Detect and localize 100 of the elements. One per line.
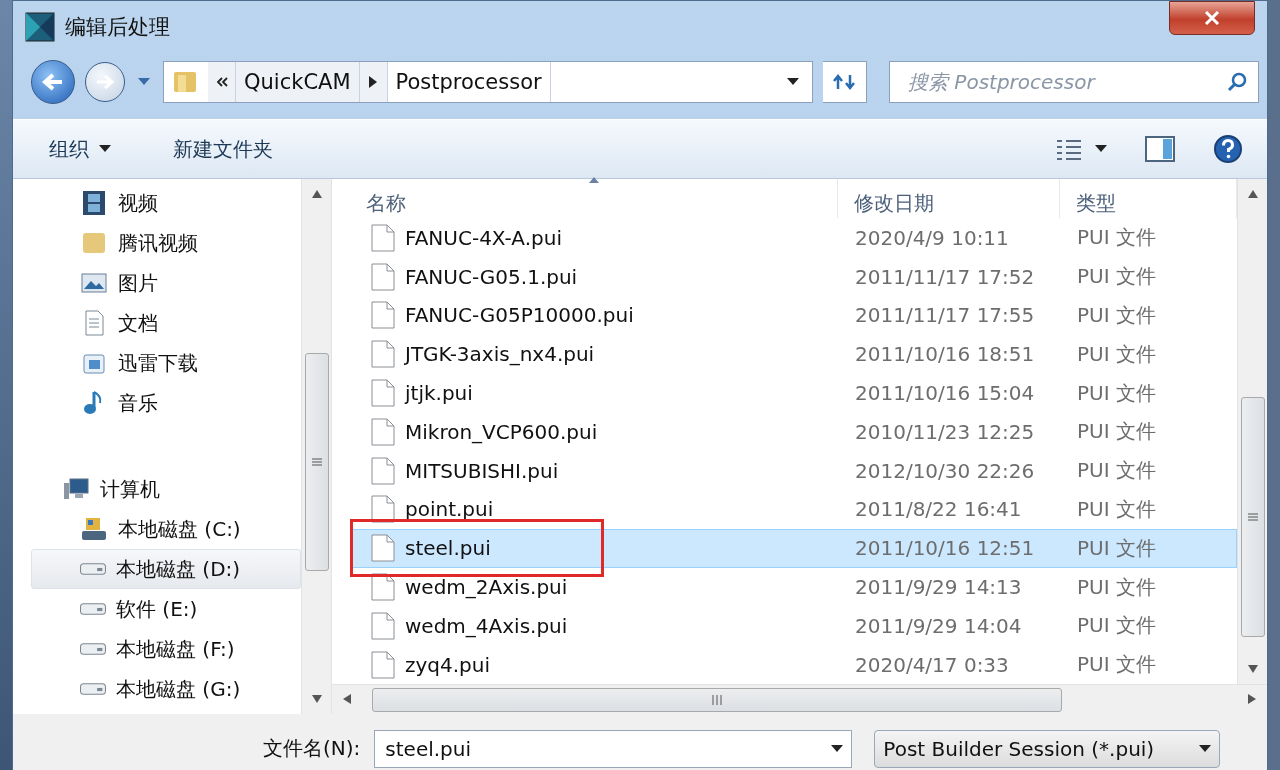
modified-date: 2011/10/16 15:04 bbox=[854, 381, 1036, 405]
drive-icon bbox=[80, 603, 106, 615]
grip-icon bbox=[712, 694, 722, 705]
file-name: zyq4.pui bbox=[351, 650, 839, 679]
window-title: 编辑后处理 bbox=[65, 14, 171, 41]
sidebar-item[interactable]: 图片 bbox=[31, 263, 301, 303]
scroll-thumb[interactable] bbox=[1240, 397, 1265, 637]
file-icon bbox=[371, 534, 395, 563]
file-icon bbox=[371, 650, 395, 679]
sort-caret-icon bbox=[588, 177, 599, 183]
sidebar-item[interactable]: 本地磁盘 (G:) bbox=[31, 669, 301, 709]
arrow-down-icon bbox=[1247, 665, 1258, 673]
film-icon bbox=[80, 189, 108, 217]
grip-icon bbox=[1247, 513, 1258, 521]
file-row[interactable]: steel.pui 2011/10/16 12:51 PUI 文件 bbox=[350, 528, 1237, 568]
file-type: PUI 文件 bbox=[1076, 534, 1157, 562]
modified-date: 2011/11/17 17:55 bbox=[854, 303, 1036, 328]
sidebar-item[interactable]: 视频 bbox=[31, 183, 301, 223]
caret-icon bbox=[99, 145, 111, 153]
forward-arrow-icon bbox=[95, 74, 115, 90]
caret-icon bbox=[138, 78, 150, 86]
sidebar-item[interactable]: 计算机 bbox=[31, 469, 301, 509]
list-scrollbar[interactable] bbox=[1237, 179, 1267, 684]
file-row[interactable]: FANUC-4X-A.pui 2020/4/9 10:11 PUI 文件 bbox=[350, 218, 1237, 258]
file-icon bbox=[371, 262, 395, 291]
new-folder-button[interactable]: 新建文件夹 bbox=[167, 129, 279, 169]
grip-icon bbox=[311, 458, 322, 466]
scroll-thumb[interactable] bbox=[372, 687, 1062, 712]
file-row[interactable]: jtjk.pui 2011/10/16 15:04 PUI 文件 bbox=[350, 373, 1237, 413]
filename-field[interactable]: steel.pui bbox=[383, 736, 832, 762]
file-name: point.pui bbox=[351, 495, 839, 524]
file-name: steel.pui bbox=[351, 534, 839, 563]
drive-icon bbox=[80, 643, 106, 655]
sidebar-scrollbar[interactable] bbox=[301, 179, 331, 714]
arrow-down-icon bbox=[311, 695, 322, 703]
caret-icon bbox=[831, 745, 844, 753]
file-row[interactable]: wedm_4Axis.pui 2011/9/29 14:04 PUI 文件 bbox=[350, 606, 1237, 646]
file-icon bbox=[371, 223, 395, 252]
arrow-left-icon bbox=[343, 693, 351, 704]
file-name: FANUC-G05.1.pui bbox=[351, 262, 839, 291]
sidebar-item[interactable]: 软件 (E:) bbox=[31, 589, 301, 629]
close-button[interactable] bbox=[1169, 1, 1255, 35]
drive-icon bbox=[80, 563, 106, 575]
breadcrumb[interactable]: QuickCAM bbox=[236, 62, 360, 102]
arrow-right-icon bbox=[1248, 693, 1256, 704]
modified-date: 2020/4/9 10:11 bbox=[854, 225, 1010, 250]
search-box[interactable]: 搜索 Postprocessor bbox=[889, 61, 1259, 103]
file-icon bbox=[371, 301, 395, 330]
arrow-up-icon bbox=[1247, 190, 1258, 198]
sidebar-item[interactable]: 本地磁盘 (C:) bbox=[31, 509, 301, 549]
preview-pane-icon bbox=[1145, 136, 1175, 162]
file-row[interactable]: JTGK-3axis_nx4.pui 2011/10/16 18:51 PUI 文件 bbox=[350, 334, 1237, 374]
file-row[interactable]: zyq4.pui 2020/4/17 0:33 PUI 文件 bbox=[350, 645, 1237, 684]
arrow-up-icon bbox=[311, 190, 322, 198]
file-type: PUI 文件 bbox=[1076, 457, 1157, 485]
file-icon bbox=[371, 379, 395, 407]
organize-menu[interactable]: 组织 bbox=[43, 129, 117, 169]
sidebar-item[interactable]: 迅雷下载 bbox=[31, 343, 301, 383]
sidebar-item[interactable]: 文档 bbox=[31, 303, 301, 343]
modified-date: 2011/10/16 18:51 bbox=[854, 342, 1036, 367]
close-icon bbox=[1204, 11, 1220, 25]
file-row[interactable]: FANUC-G05P10000.pui 2011/11/17 17:55 PUI 文件 bbox=[350, 296, 1237, 335]
file-type: PUI 文件 bbox=[1076, 379, 1157, 407]
file-name: wedm_4Axis.pui bbox=[351, 611, 839, 640]
file-type: PUI 文件 bbox=[1076, 651, 1157, 679]
filename-combo[interactable]: steel.pui bbox=[374, 730, 853, 768]
overflow-chevron[interactable] bbox=[208, 62, 236, 102]
file-name: JTGK-3axis_nx4.pui bbox=[351, 340, 839, 369]
horizontal-scrollbar[interactable] bbox=[332, 684, 1267, 714]
file-row[interactable]: MITSUBISHI.pui 2012/10/30 22:26 PUI 文件 bbox=[350, 451, 1237, 490]
sidebar-item[interactable]: 本地磁盘 (F:) bbox=[31, 629, 301, 669]
breadcrumb-separator[interactable] bbox=[359, 62, 388, 102]
modified-date: 2012/10/30 22:26 bbox=[854, 458, 1036, 483]
modified-date: 2011/8/22 16:41 bbox=[854, 497, 1023, 522]
back-button[interactable] bbox=[31, 60, 75, 104]
drive-icon bbox=[80, 683, 106, 695]
system-drive-icon bbox=[80, 515, 108, 543]
file-row[interactable]: Mikron_VCP600.pui 2010/11/23 12:25 PUI 文件 bbox=[350, 412, 1237, 452]
sidebar-item[interactable]: 本地磁盘 (D:) bbox=[31, 549, 301, 589]
file-row[interactable]: FANUC-G05.1.pui 2011/11/17 17:52 PUI 文件 bbox=[350, 257, 1237, 297]
file-type: PUI 文件 bbox=[1076, 224, 1157, 252]
file-type: PUI 文件 bbox=[1076, 612, 1157, 640]
scroll-thumb[interactable] bbox=[304, 353, 329, 571]
sidebar-item[interactable]: 腾讯视频 bbox=[31, 223, 301, 263]
file-row[interactable]: wedm_2Axis.pui 2011/9/29 14:13 PUI 文件 bbox=[350, 567, 1237, 607]
file-type-dropdown[interactable]: Post Builder Session (*.pui) bbox=[874, 730, 1221, 768]
search-field[interactable]: 搜索 Postprocessor bbox=[906, 69, 1226, 95]
file-icon bbox=[371, 340, 395, 369]
caret-icon bbox=[1199, 745, 1212, 753]
sidebar-item[interactable]: 音乐 bbox=[31, 383, 301, 423]
forward-button[interactable] bbox=[85, 62, 125, 102]
modified-date: 2011/9/29 14:13 bbox=[854, 575, 1023, 599]
file-name: FANUC-4X-A.pui bbox=[351, 223, 839, 252]
file-row[interactable]: point.pui 2011/8/22 16:41 PUI 文件 bbox=[350, 490, 1237, 529]
refresh-button[interactable] bbox=[823, 61, 867, 103]
file-icon bbox=[371, 611, 395, 640]
file-type: PUI 文件 bbox=[1076, 263, 1157, 291]
address-bar[interactable]: QuickCAM Postprocessor bbox=[163, 61, 813, 103]
file-name: Mikron_VCP600.pui bbox=[351, 417, 839, 446]
modified-date: 2020/4/17 0:33 bbox=[854, 652, 1010, 677]
